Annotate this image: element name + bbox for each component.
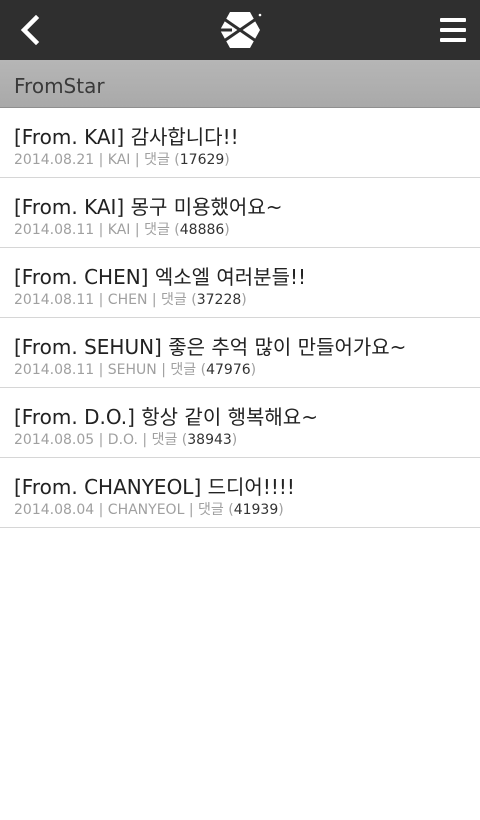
post-title: [From. KAI] 몽구 미용했어요~ [14, 195, 283, 219]
back-button[interactable] [10, 10, 50, 50]
post-author: KAI [107, 152, 131, 168]
list-item[interactable]: [From. D.O.] 항상 같이 행복해요~ 2014.08.05 | D.… [0, 388, 480, 458]
post-list: [From. KAI] 감사합니다!! 2014.08.21 | KAI | 댓… [0, 108, 480, 528]
comment-count: 37228 [196, 292, 242, 308]
comment-count: 47976 [206, 362, 251, 378]
post-author: CHEN [107, 292, 148, 308]
comment-count: 41939 [233, 502, 279, 518]
post-title: [From. SEHUN] 좋은 추억 많이 만들어가요~ [14, 335, 407, 359]
chevron-left-icon [20, 15, 40, 45]
section-title: FromStar [14, 74, 105, 98]
post-title: [From. CHANYEOL] 드디어!!!! [14, 475, 295, 499]
post-meta: 2014.08.11 | KAI | 댓글 (48886) [14, 222, 230, 238]
post-meta: 2014.08.05 | D.O. | 댓글 (38943) [14, 432, 238, 448]
top-bar [0, 0, 480, 60]
post-author: CHANYEOL [107, 502, 185, 518]
comment-count: 48886 [179, 222, 225, 238]
post-date: 2014.08.04 [14, 502, 95, 518]
list-item[interactable]: [From. SEHUN] 좋은 추억 많이 만들어가요~ 2014.08.11… [0, 318, 480, 388]
section-header: FromStar [0, 60, 480, 108]
hamburger-menu-icon [440, 18, 466, 22]
post-author: D.O. [107, 432, 138, 448]
post-date: 2014.08.05 [14, 432, 95, 448]
comment-label: 댓글 [198, 502, 224, 518]
comment-label: 댓글 [144, 152, 170, 168]
list-item[interactable]: [From. KAI] 몽구 미용했어요~ 2014.08.11 | KAI |… [0, 178, 480, 248]
comment-label: 댓글 [170, 362, 197, 378]
post-author: SEHUN [107, 362, 157, 378]
post-meta: 2014.08.04 | CHANYEOL | 댓글 (41939) [14, 502, 284, 518]
hamburger-menu-icon-bar [440, 28, 466, 32]
post-title: [From. KAI] 감사합니다!! [14, 125, 239, 149]
post-date: 2014.08.21 [14, 152, 95, 168]
list-item[interactable]: [From. CHANYEOL] 드디어!!!! 2014.08.04 | CH… [0, 458, 480, 528]
list-item[interactable]: [From. KAI] 감사합니다!! 2014.08.21 | KAI | 댓… [0, 108, 480, 178]
post-title: [From. D.O.] 항상 같이 행복해요~ [14, 405, 318, 429]
comment-count: 38943 [187, 432, 232, 448]
comment-label: 댓글 [144, 222, 170, 238]
post-meta: 2014.08.21 | KAI | 댓글 (17629) [14, 152, 230, 168]
post-title: [From. CHEN] 엑소엘 여러분들!! [14, 265, 307, 289]
menu-button[interactable] [438, 14, 468, 46]
comment-count: 17629 [179, 152, 225, 168]
post-meta: 2014.08.11 | CHEN | 댓글 (37228) [14, 292, 247, 308]
comment-label: 댓글 [161, 292, 187, 308]
post-meta: 2014.08.11 | SEHUN | 댓글 (47976) [14, 362, 257, 378]
post-date: 2014.08.11 [14, 222, 95, 238]
hamburger-menu-icon-bar [440, 38, 466, 42]
post-author: KAI [107, 222, 131, 238]
comment-label: 댓글 [151, 432, 178, 448]
post-date: 2014.08.11 [14, 292, 95, 308]
exo-logo [220, 12, 262, 48]
list-item[interactable]: [From. CHEN] 엑소엘 여러분들!! 2014.08.11 | CHE… [0, 248, 480, 318]
post-date: 2014.08.11 [14, 362, 95, 378]
